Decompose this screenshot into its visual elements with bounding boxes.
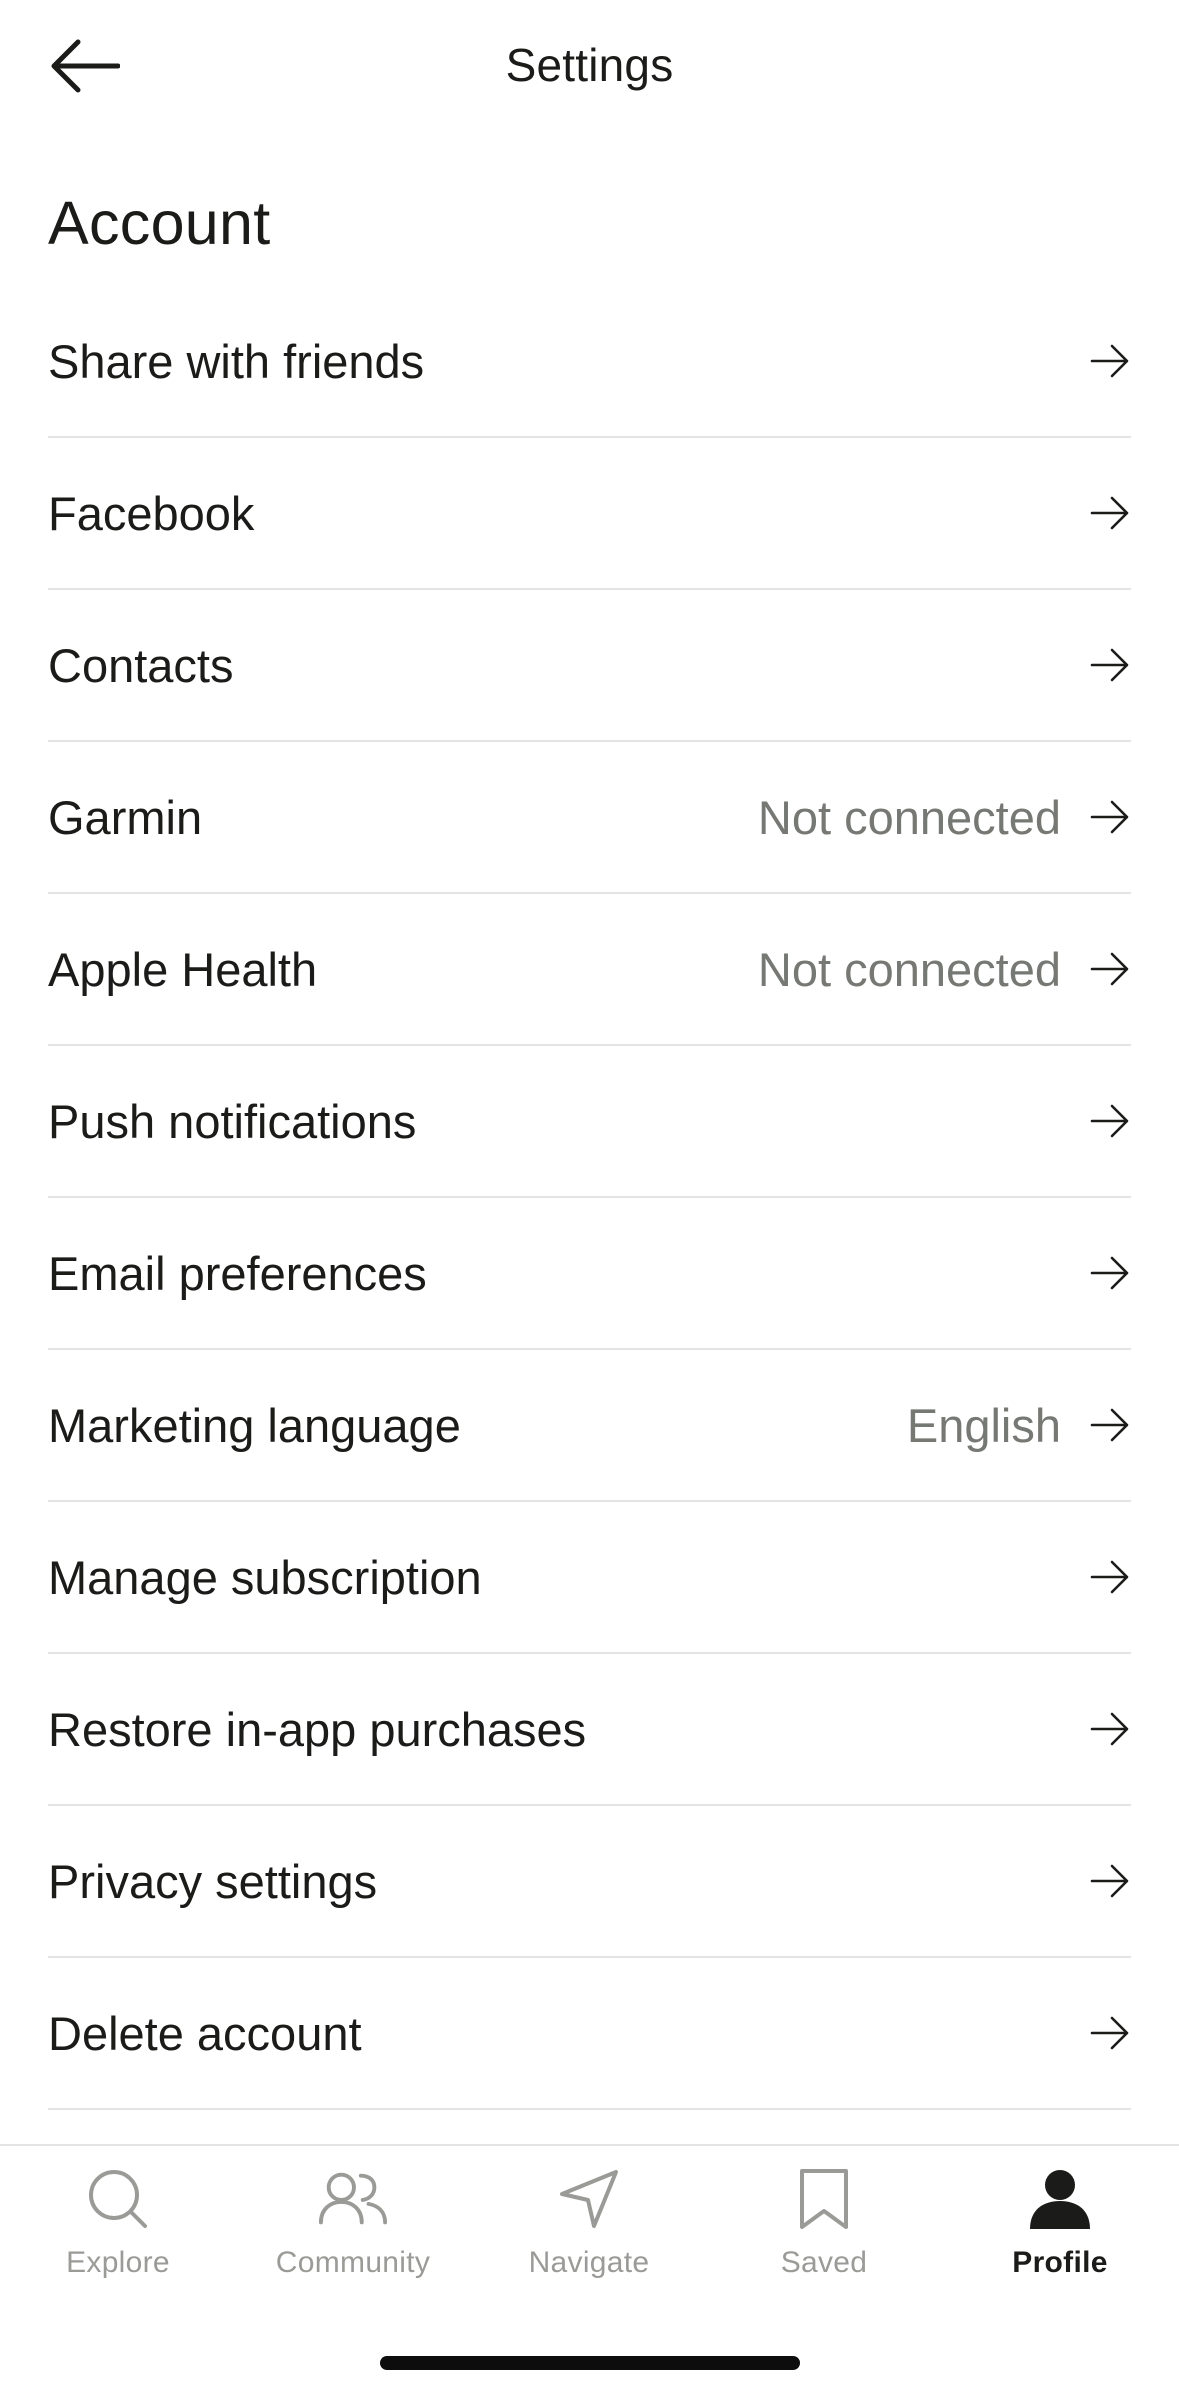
selected-language: English	[906, 1398, 1061, 1452]
arrow-right-icon	[1089, 796, 1131, 838]
bookmark-icon	[789, 2164, 859, 2234]
person-icon	[1025, 2164, 1095, 2234]
settings-row-manage-subscription[interactable]: Manage subscription	[48, 1502, 1131, 1654]
settings-row-apple-health[interactable]: Apple Health Not connected	[48, 894, 1131, 1046]
search-icon	[83, 2164, 153, 2234]
row-label: Apple Health	[48, 942, 318, 996]
tab-label: Profile	[1012, 2246, 1108, 2279]
row-label: Garmin	[48, 790, 203, 844]
row-label: Delete account	[48, 2006, 362, 2060]
arrow-right-icon	[1089, 948, 1131, 990]
home-indicator[interactable]	[380, 2356, 800, 2370]
row-label: Restore in-app purchases	[48, 1702, 587, 1756]
arrow-right-icon	[1089, 2012, 1131, 2054]
settings-row-facebook[interactable]: Facebook	[48, 438, 1131, 590]
tab-label: Community	[275, 2246, 431, 2279]
arrow-right-icon	[1089, 1708, 1131, 1750]
row-label: Facebook	[48, 486, 255, 540]
row-label: Email preferences	[48, 1246, 427, 1300]
settings-row-privacy-settings[interactable]: Privacy settings	[48, 1806, 1131, 1958]
settings-row-restore-purchases[interactable]: Restore in-app purchases	[48, 1654, 1131, 1806]
settings-row-contacts[interactable]: Contacts	[48, 590, 1131, 742]
arrow-right-icon	[1089, 1860, 1131, 1902]
arrow-right-icon	[1089, 492, 1131, 534]
people-icon	[318, 2164, 388, 2234]
tab-label: Saved	[780, 2246, 868, 2279]
tab-community[interactable]: Community	[235, 2164, 471, 2304]
page-title: Settings	[505, 39, 674, 91]
navigation-arrow-icon	[554, 2164, 624, 2234]
tab-navigate[interactable]: Navigate	[471, 2164, 707, 2304]
row-label: Marketing language	[48, 1398, 461, 1452]
row-label: Manage subscription	[48, 1550, 482, 1604]
row-label: Contacts	[48, 638, 234, 692]
settings-row-email-preferences[interactable]: Email preferences	[48, 1198, 1131, 1350]
settings-row-marketing-language[interactable]: Marketing language English	[48, 1350, 1131, 1502]
section-title-account: Account	[48, 189, 271, 257]
row-label: Share with friends	[48, 334, 425, 388]
arrow-right-icon	[1089, 1252, 1131, 1294]
settings-row-delete-account[interactable]: Delete account	[48, 1958, 1131, 2110]
arrow-right-icon	[1089, 644, 1131, 686]
settings-row-garmin[interactable]: Garmin Not connected	[48, 742, 1131, 894]
tab-saved[interactable]: Saved	[706, 2164, 942, 2304]
arrow-right-icon	[1089, 1404, 1131, 1446]
tab-profile[interactable]: Profile	[942, 2164, 1178, 2304]
settings-list: Share with friends Facebook Contacts Gar…	[48, 286, 1131, 2110]
settings-row-push-notifications[interactable]: Push notifications	[48, 1046, 1131, 1198]
tab-label: Navigate	[528, 2246, 650, 2279]
row-label: Push notifications	[48, 1094, 417, 1148]
arrow-right-icon	[1089, 1100, 1131, 1142]
arrow-right-icon	[1089, 1556, 1131, 1598]
tab-explore[interactable]: Explore	[0, 2164, 236, 2304]
arrow-right-icon	[1089, 340, 1131, 382]
connection-status: Not connected	[757, 942, 1061, 996]
connection-status: Not connected	[757, 790, 1061, 844]
row-label: Privacy settings	[48, 1854, 378, 1908]
top-bar: Settings	[0, 0, 1179, 136]
tab-label: Explore	[66, 2246, 170, 2279]
settings-row-share-with-friends[interactable]: Share with friends	[48, 286, 1131, 438]
